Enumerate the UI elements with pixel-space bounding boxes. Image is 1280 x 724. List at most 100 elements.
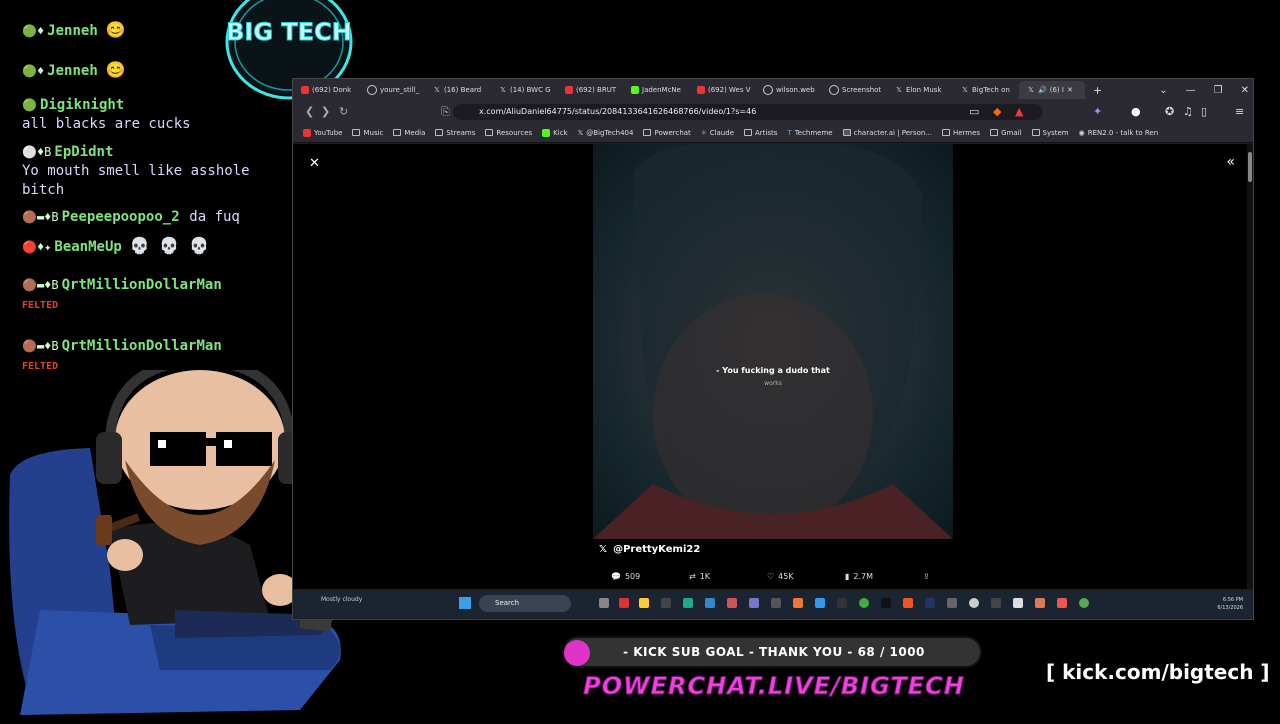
bookmark-ren[interactable]: ◉ REN2.0 - talk to Ren	[1079, 129, 1159, 137]
browser-tab[interactable]: youre_still_	[359, 81, 425, 99]
extension-icon[interactable]: ✦	[1093, 105, 1102, 118]
bookmark-folder[interactable]: Artists	[744, 129, 777, 137]
browser-tab[interactable]: (692) BRUT	[557, 81, 623, 99]
chat-emote: 😊	[105, 60, 126, 79]
bookmark-techmeme[interactable]: T Techmeme	[787, 129, 832, 137]
back-button[interactable]: ❮	[305, 105, 314, 118]
app-icon[interactable]	[793, 598, 803, 608]
brave-shield-icon[interactable]: ◆	[993, 105, 1001, 118]
tab-label: JadenMcNe	[642, 86, 681, 94]
bookmark-label: Techmeme	[794, 128, 833, 137]
collapse-panel-icon[interactable]: «	[1226, 154, 1235, 170]
browser-tab[interactable]: 𝕏 (14) BWC G	[491, 81, 557, 99]
post-author[interactable]: 𝕏 @PrettyKemi22	[599, 544, 700, 555]
brave-icon[interactable]	[903, 598, 913, 608]
bookmark-icon[interactable]: ⎘	[441, 105, 450, 119]
tab-label: (692) Donk	[312, 86, 352, 94]
bookmark-folder[interactable]: Gmail	[990, 129, 1022, 137]
bookmark-folder[interactable]: Streams	[435, 129, 475, 137]
menu-icon[interactable]: ≡	[1235, 105, 1244, 118]
views-button[interactable]: ▮ 2.7M	[845, 572, 923, 581]
sidebar-icon[interactable]: ▯	[1201, 105, 1207, 118]
taskbar-clock[interactable]: 6:56 PM 6/13/2026	[1217, 596, 1243, 612]
bookmark-label: Streams	[446, 128, 476, 137]
bookmark-folder[interactable]: Powerchat	[643, 129, 691, 137]
globe-icon	[367, 85, 377, 95]
video-player[interactable]: - You fucking a dudo that works	[593, 144, 953, 539]
weather-widget[interactable]: Mostly cloudy	[321, 596, 362, 603]
reply-button[interactable]: 💬 509	[611, 572, 689, 581]
task-view-icon[interactable]	[599, 598, 609, 608]
close-tab-icon[interactable]: ✕	[1067, 86, 1073, 94]
bookmark-claude[interactable]: ✳ Claude	[701, 129, 734, 137]
chevron-down-icon[interactable]: ⌄	[1159, 85, 1167, 96]
app-icon[interactable]	[661, 598, 671, 608]
extensions-icon[interactable]: ✪	[1165, 105, 1174, 118]
app-icon[interactable]	[619, 598, 629, 608]
browser-tab-active[interactable]: 𝕏 🔊 (6) I ✕	[1019, 81, 1085, 99]
bookmark-folder[interactable]: Resources	[485, 129, 532, 137]
browser-tab[interactable]: 𝕏 Elon Musk	[887, 81, 953, 99]
app-icon[interactable]	[1013, 598, 1023, 608]
youtube-icon	[565, 86, 573, 94]
bookmark-folder[interactable]: Hermes	[941, 129, 980, 137]
browser-tab[interactable]: (692) Wes V	[689, 81, 755, 99]
app-icon[interactable]	[837, 598, 847, 608]
app-icon[interactable]	[683, 598, 693, 608]
discord-icon[interactable]	[749, 598, 759, 608]
browser-tab[interactable]: (692) Donk	[293, 81, 359, 99]
new-tab-button[interactable]: +	[1085, 81, 1105, 99]
bookmark-folder[interactable]: Music	[352, 129, 383, 137]
badge-letter: B	[51, 278, 59, 292]
chat-badges: 🟤▬♦B	[22, 339, 59, 353]
music-icon[interactable]: ♫	[1183, 105, 1193, 118]
close-icon[interactable]: ✕	[309, 156, 320, 171]
address-bar[interactable]: x.com/AliuDaniel64775/status/20841336416…	[453, 104, 1043, 120]
browser-tab[interactable]: 𝕏 (16) Beard	[425, 81, 491, 99]
app-icon[interactable]	[947, 598, 957, 608]
video-subtitle: - You fucking a dudo that	[716, 366, 830, 375]
scrollbar[interactable]	[1247, 144, 1253, 589]
scrollbar-thumb[interactable]	[1248, 152, 1252, 182]
clock-time: 6:56 PM	[1222, 597, 1243, 603]
bookmark-character-ai[interactable]: character.ai | Person...	[842, 129, 932, 137]
profile-icon[interactable]: ●	[1131, 105, 1141, 118]
author-handle: @PrettyKemi22	[613, 544, 701, 555]
minimize-button[interactable]: —	[1186, 85, 1196, 96]
taskbar-search[interactable]: Search	[479, 595, 571, 612]
cast-icon[interactable]: ▭	[969, 105, 979, 118]
address-toolbar: ❮ ❯ ↻ ⎘ x.com/AliuDaniel64775/status/208…	[293, 101, 1253, 123]
telegram-icon[interactable]	[705, 598, 715, 608]
app-icon[interactable]	[815, 598, 825, 608]
speaker-icon: 🔊	[1038, 86, 1047, 94]
share-button[interactable]: ⇪	[923, 572, 1001, 581]
app-icon[interactable]	[727, 598, 737, 608]
browser-tab[interactable]: JadenMcNe	[623, 81, 689, 99]
like-button[interactable]: ♡ 45K	[767, 572, 845, 581]
openai-icon[interactable]	[969, 598, 979, 608]
file-explorer-icon[interactable]	[639, 598, 649, 608]
claude-app-icon[interactable]	[1035, 598, 1045, 608]
bookmark-folder[interactable]: Media	[393, 129, 425, 137]
browser-tab[interactable]: 𝕏 BigTech on	[953, 81, 1019, 99]
bookmark-youtube[interactable]: YouTube	[303, 128, 342, 137]
browser-tab[interactable]: wilson.web	[755, 81, 821, 99]
chrome-icon[interactable]	[859, 598, 869, 608]
bookmark-x[interactable]: 𝕏 @BigTech404	[578, 129, 634, 137]
windows-start-icon[interactable]	[459, 597, 471, 609]
repost-button[interactable]: ⇄ 1K	[689, 572, 767, 581]
app-icon[interactable]	[925, 598, 935, 608]
brave-active-icon[interactable]	[1057, 598, 1067, 608]
reload-button[interactable]: ↻	[339, 105, 348, 118]
app-icon[interactable]	[771, 598, 781, 608]
app-icon[interactable]	[1079, 598, 1089, 608]
maximize-button[interactable]: ❐	[1214, 85, 1223, 96]
bookmark-folder[interactable]: System	[1031, 129, 1069, 137]
x-app-icon[interactable]	[881, 598, 891, 608]
rewards-icon[interactable]: ▲	[1015, 105, 1023, 118]
close-window-button[interactable]: ✕	[1241, 85, 1249, 96]
forward-button[interactable]: ❯	[321, 105, 330, 118]
app-icon[interactable]	[991, 598, 1001, 608]
browser-tab[interactable]: Screenshot	[821, 81, 887, 99]
bookmark-kick[interactable]: Kick	[542, 128, 568, 137]
